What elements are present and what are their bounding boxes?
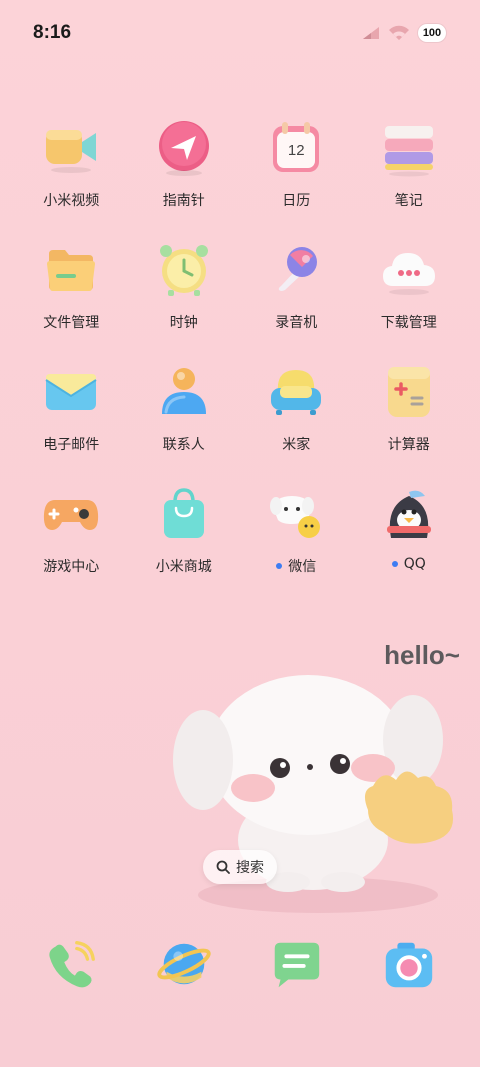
app-label: 录音机 bbox=[275, 315, 318, 331]
app-file-manager[interactable]: 文件管理 bbox=[15, 240, 128, 362]
wechat-icon bbox=[270, 496, 321, 538]
app-label: 小米商城 bbox=[155, 559, 212, 575]
status-icons: 100 bbox=[362, 24, 446, 42]
app-wechat[interactable]: 微信 bbox=[240, 484, 353, 606]
app-recorder[interactable]: 录音机 bbox=[240, 240, 353, 362]
app-label: 指南针 bbox=[162, 193, 205, 209]
notes-icon bbox=[384, 126, 433, 177]
messages-icon bbox=[274, 942, 320, 988]
app-xiaomi-mall[interactable]: 小米商城 bbox=[128, 484, 241, 606]
qq-penguin-icon bbox=[386, 490, 431, 538]
browser-planet-icon bbox=[157, 943, 211, 985]
app-label: 时钟 bbox=[169, 315, 198, 331]
calculator-icon bbox=[387, 367, 430, 417]
app-label: 米家 bbox=[282, 437, 311, 453]
app-mijia[interactable]: 米家 bbox=[240, 362, 353, 484]
signal-icon bbox=[363, 27, 379, 39]
app-label: 计算器 bbox=[387, 437, 430, 453]
app-label: 联系人 bbox=[162, 437, 205, 453]
app-label: 小米视频 bbox=[43, 193, 100, 209]
app-label: 游戏中心 bbox=[43, 559, 100, 575]
dock-camera[interactable] bbox=[353, 935, 466, 993]
app-label-text: QQ bbox=[403, 556, 426, 572]
app-label: 笔记 bbox=[394, 193, 423, 209]
app-label: 微信 bbox=[276, 556, 316, 576]
status-bar: 8:16 100 bbox=[0, 0, 480, 68]
app-notes[interactable]: 笔记 bbox=[353, 118, 466, 240]
calendar-icon: 12 bbox=[266, 118, 326, 178]
shopping-bag-icon bbox=[163, 488, 204, 538]
app-download-manager[interactable]: 下载管理 bbox=[353, 240, 466, 362]
video-icon bbox=[46, 130, 97, 173]
app-clock[interactable]: 时钟 bbox=[128, 240, 241, 362]
search-label: 搜索 bbox=[236, 860, 264, 876]
phone-icon bbox=[49, 941, 96, 988]
contacts-icon bbox=[161, 368, 206, 414]
mail-icon bbox=[45, 374, 97, 410]
app-calendar[interactable]: 12 日历 bbox=[240, 118, 353, 240]
cloud-icon bbox=[382, 253, 435, 295]
app-game-center[interactable]: 游戏中心 bbox=[15, 484, 128, 606]
app-xiaomi-video[interactable]: 小米视频 bbox=[15, 118, 128, 240]
dock-messages[interactable] bbox=[240, 935, 353, 993]
wifi-icon bbox=[389, 25, 409, 40]
app-qq[interactable]: QQ bbox=[353, 484, 466, 606]
app-label: 文件管理 bbox=[43, 315, 100, 331]
search-icon bbox=[216, 860, 230, 874]
battery-indicator: 100 bbox=[418, 24, 446, 42]
gamepad-icon bbox=[44, 500, 99, 530]
calendar-day: 12 bbox=[287, 142, 305, 159]
app-grid: 小米视频 指南针 12 日历 笔记 文件管理 时钟 录音机 下载管理 电子邮件 … bbox=[15, 118, 465, 606]
home-sofa-icon bbox=[271, 370, 322, 415]
notification-dot bbox=[391, 561, 398, 567]
clock-icon bbox=[159, 245, 208, 296]
search-button[interactable]: 搜索 bbox=[203, 850, 277, 884]
app-email[interactable]: 电子邮件 bbox=[15, 362, 128, 484]
dock-phone[interactable] bbox=[15, 935, 128, 993]
folder-icon bbox=[47, 250, 96, 291]
status-time: 8:16 bbox=[33, 22, 72, 43]
dock-browser[interactable] bbox=[128, 935, 241, 993]
app-calculator[interactable]: 计算器 bbox=[353, 362, 466, 484]
app-contacts[interactable]: 联系人 bbox=[128, 362, 241, 484]
app-label: 电子邮件 bbox=[43, 437, 100, 453]
app-label-text: 微信 bbox=[288, 559, 317, 575]
dock bbox=[15, 935, 465, 993]
compass-icon bbox=[158, 121, 209, 176]
app-label: 下载管理 bbox=[380, 315, 437, 331]
camera-icon bbox=[385, 942, 432, 988]
app-label: 日历 bbox=[282, 193, 311, 209]
app-compass[interactable]: 指南针 bbox=[128, 118, 241, 240]
microphone-icon bbox=[279, 247, 318, 291]
app-label: QQ bbox=[391, 556, 426, 572]
notification-dot bbox=[276, 563, 283, 569]
